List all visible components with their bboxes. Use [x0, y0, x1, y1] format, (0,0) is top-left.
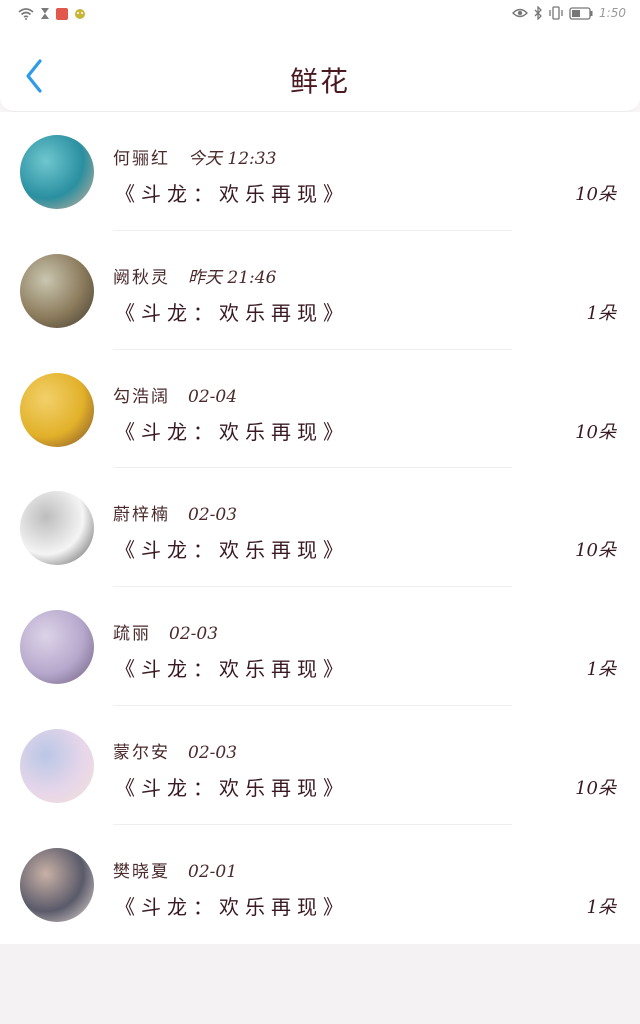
- flower-count: 10朵: [575, 184, 616, 205]
- flower-count: 10朵: [575, 421, 616, 443]
- flower-count: 1朵: [586, 896, 616, 918]
- book-title[interactable]: 《斗龙：欢乐再现》: [115, 297, 349, 326]
- gift-time: 02-03: [188, 505, 238, 526]
- avatar[interactable]: [20, 135, 94, 209]
- user-name[interactable]: 何骊红: [113, 149, 170, 169]
- list-item[interactable]: 勾浩阔 02-04 《斗龙：欢乐再现》 10朵: [0, 350, 640, 469]
- list-item[interactable]: 樊晓夏 02-01 《斗龙：欢乐再现》 1朵: [0, 825, 640, 944]
- vibrate-icon: [549, 6, 563, 20]
- status-bar: 1:50: [0, 0, 640, 30]
- avatar[interactable]: [20, 610, 94, 685]
- gift-meta: 阙秋灵 昨天 21:46: [113, 263, 276, 288]
- android-icon: [75, 8, 85, 19]
- status-time: 1:50: [599, 6, 626, 20]
- page-title: 鲜花: [289, 65, 350, 98]
- bluetooth-icon: [534, 6, 542, 20]
- status-left-icons: [18, 7, 86, 20]
- gift-meta: 蔚梓楠 02-03: [113, 500, 237, 525]
- user-name[interactable]: 疏丽: [113, 624, 151, 644]
- gift-time: 02-03: [169, 624, 219, 645]
- book-title[interactable]: 《斗龙：欢乐再现》: [115, 416, 349, 445]
- user-name[interactable]: 蔚梓楠: [113, 505, 170, 525]
- user-name[interactable]: 阙秋灵: [113, 268, 170, 288]
- flower-count: 10朵: [575, 777, 616, 799]
- avatar[interactable]: [20, 372, 94, 447]
- flower-count: 1朵: [586, 302, 616, 324]
- gift-time: 今天 12:33: [188, 149, 277, 169]
- status-right-icons: 1:50: [512, 6, 626, 20]
- app-notification-icon: [56, 7, 68, 20]
- gift-time: 02-01: [188, 861, 238, 882]
- hourglass-icon: [41, 8, 49, 19]
- list-item[interactable]: 疏丽 02-03 《斗龙：欢乐再现》 1朵: [0, 587, 640, 706]
- avatar[interactable]: [20, 491, 94, 566]
- list-item[interactable]: 蔚梓楠 02-03 《斗龙：欢乐再现》 10朵: [0, 468, 640, 588]
- user-name[interactable]: 蒙尔安: [113, 743, 170, 763]
- flower-count: 1朵: [586, 659, 616, 681]
- avatar[interactable]: [20, 728, 94, 803]
- wifi-icon: [18, 7, 34, 20]
- gift-meta: 樊晓夏 02-01: [113, 857, 237, 882]
- avatar[interactable]: [20, 253, 94, 328]
- gift-meta: 何骊红 今天 12:33: [113, 144, 276, 169]
- gift-meta: 勾浩阔 02-04: [113, 382, 237, 407]
- gift-time: 02-04: [188, 386, 238, 407]
- footer-empty-area: [0, 944, 640, 1024]
- list-item[interactable]: 何骊红 今天 12:33 《斗龙：欢乐再现》 10朵: [0, 112, 640, 231]
- book-title[interactable]: 《斗龙：欢乐再现》: [115, 891, 349, 920]
- book-title[interactable]: 《斗龙：欢乐再现》: [115, 653, 349, 682]
- book-title[interactable]: 《斗龙：欢乐再现》: [115, 534, 349, 563]
- flower-gift-list: 何骊红 今天 12:33 《斗龙：欢乐再现》 10朵 阙秋灵 昨天 21:46 《斗…: [0, 112, 640, 944]
- flower-count: 10朵: [575, 540, 616, 562]
- eye-icon: [512, 8, 529, 18]
- user-name[interactable]: 勾浩阔: [113, 387, 170, 407]
- list-item[interactable]: 阙秋灵 昨天 21:46 《斗龙：欢乐再现》 1朵: [0, 231, 640, 350]
- gift-meta: 蒙尔安 02-03: [113, 738, 237, 763]
- gift-meta: 疏丽 02-03: [113, 619, 218, 644]
- list-item[interactable]: 蒙尔安 02-03 《斗龙：欢乐再现》 10朵: [0, 706, 640, 825]
- book-title[interactable]: 《斗龙：欢乐再现》: [115, 178, 349, 207]
- user-name[interactable]: 樊晓夏: [113, 862, 170, 882]
- gift-time: 昨天 21:46: [188, 267, 277, 288]
- gift-time: 02-03: [188, 742, 238, 763]
- book-title[interactable]: 《斗龙：欢乐再现》: [115, 772, 349, 801]
- battery-icon: [569, 6, 593, 20]
- top-nav-bar: 鲜花: [0, 30, 640, 112]
- avatar[interactable]: [20, 847, 94, 922]
